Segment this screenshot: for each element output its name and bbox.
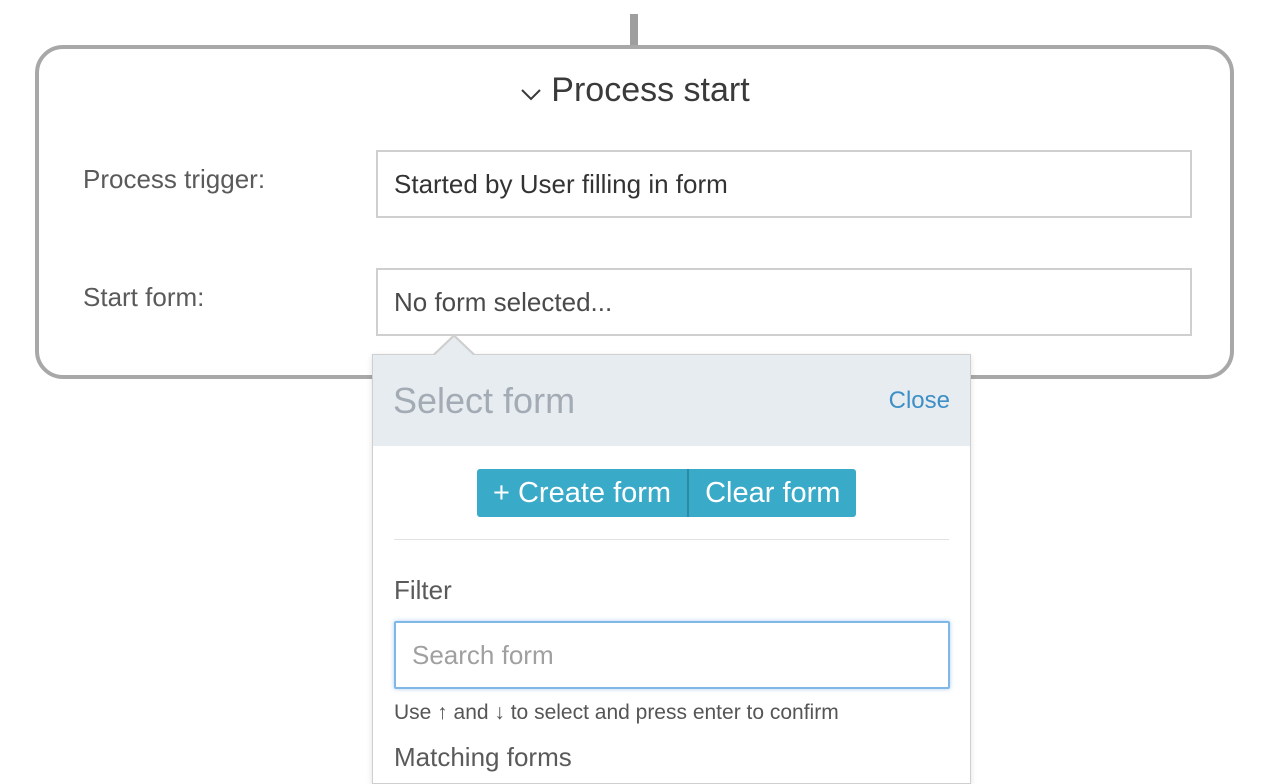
process-start-panel: Process start Process trigger: Started b…: [35, 45, 1234, 379]
process-title: Process start: [551, 71, 750, 109]
keyboard-hint: Use ↑ and ↓ to select and press enter to…: [394, 701, 839, 724]
start-form-label: Start form:: [83, 282, 205, 312]
process-trigger-label: Process trigger:: [83, 164, 266, 194]
popover-header: Select form Close: [373, 355, 970, 446]
process-title-toggle[interactable]: Process start: [39, 71, 1230, 110]
filter-label: Filter: [394, 575, 452, 605]
process-trigger-value: Started by User filling in form: [394, 168, 728, 199]
search-form-input[interactable]: [394, 621, 950, 689]
popover-arrow-inner: [434, 337, 474, 356]
clear-form-button[interactable]: Clear form: [687, 469, 857, 517]
divider: [394, 539, 949, 540]
flow-connector: [630, 14, 638, 47]
start-form-field[interactable]: No form selected...: [376, 268, 1192, 336]
process-trigger-field[interactable]: Started by User filling in form: [376, 150, 1192, 218]
close-link[interactable]: Close: [889, 387, 950, 415]
matching-forms-label: Matching forms: [394, 742, 572, 772]
form-action-buttons: + Create form Clear form: [477, 469, 857, 517]
start-form-value: No form selected...: [394, 286, 613, 317]
chevron-down-icon: [519, 82, 543, 106]
popover-title: Select form: [393, 379, 576, 421]
select-form-popover: Select form Close + Create form Clear fo…: [372, 354, 971, 784]
create-form-button[interactable]: + Create form: [477, 469, 688, 517]
